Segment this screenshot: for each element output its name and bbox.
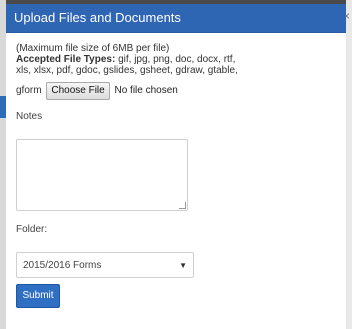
accepted-types-label: Accepted File Types: bbox=[16, 54, 116, 65]
notes-textarea[interactable] bbox=[16, 139, 188, 211]
upload-dialog: Upload Files and Documents (Maximum file… bbox=[6, 4, 346, 329]
file-status-text: No file chosen bbox=[114, 85, 178, 96]
chevron-down-icon: ▼ bbox=[179, 261, 187, 270]
max-size-note: (Maximum file size of 6MB per file) bbox=[16, 43, 170, 54]
folder-label: Folder: bbox=[16, 224, 48, 235]
choose-file-button[interactable]: Choose File bbox=[46, 82, 110, 100]
dialog-title: Upload Files and Documents bbox=[6, 4, 346, 33]
dialog-content: (Maximum file size of 6MB per file) Acce… bbox=[6, 33, 346, 308]
folder-select[interactable]: 2015/2016 Forms ▼ bbox=[16, 252, 194, 278]
folder-selected-value: 2015/2016 Forms bbox=[23, 260, 102, 271]
backdrop-panel-right bbox=[346, 0, 352, 329]
accepted-types-list1: gif, jpg, png, doc, docx, rtf, bbox=[115, 54, 236, 65]
accepted-types-tail: gform bbox=[16, 85, 42, 96]
file-info: (Maximum file size of 6MB per file) Acce… bbox=[16, 43, 336, 76]
submit-button[interactable]: Submit bbox=[16, 284, 60, 308]
accepted-types-line1: Accepted File Types: gif, jpg, png, doc,… bbox=[16, 54, 336, 65]
resize-grip-icon[interactable] bbox=[179, 202, 186, 209]
accepted-types-list2: xls, xlsx, pdf, gdoc, gslides, gsheet, g… bbox=[16, 65, 238, 76]
file-picker-row: gform Choose File No file chosen bbox=[16, 82, 336, 100]
notes-label: Notes bbox=[16, 111, 43, 122]
